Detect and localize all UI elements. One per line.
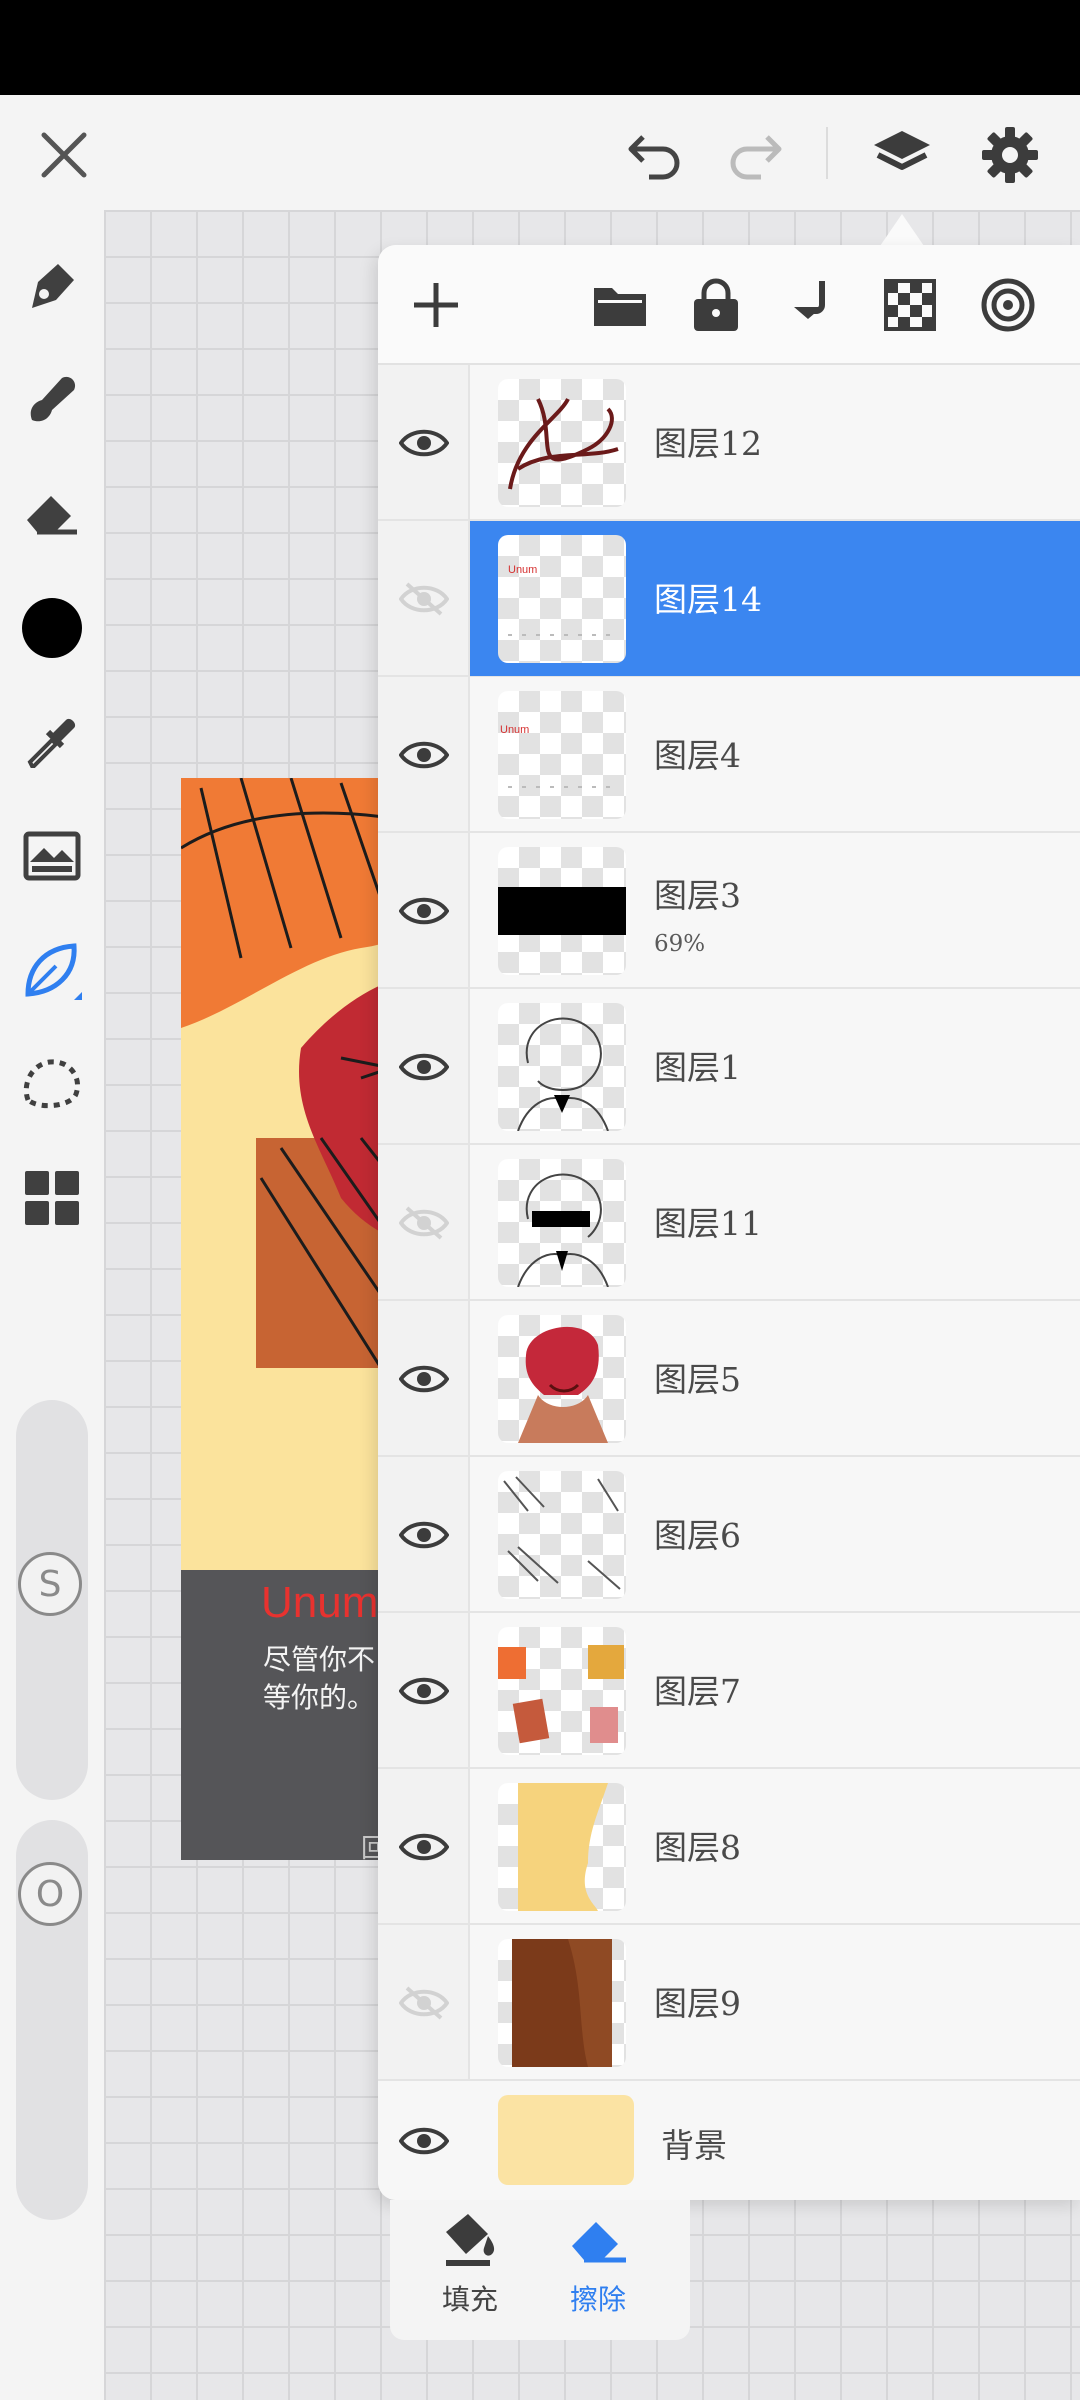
layer-thumbnail [498,1159,626,1287]
layer-name: 图层14 [654,580,762,619]
eye-icon[interactable] [392,1661,456,1721]
layer-row[interactable]: Unum 图层4 [378,677,1080,833]
layers-icon[interactable] [862,115,942,195]
color-swatch[interactable] [12,588,92,668]
fill-button[interactable]: 填充 [410,2210,530,2335]
target-icon[interactable] [970,267,1046,343]
layer-row[interactable]: 图层1 [378,989,1080,1145]
eyedropper-icon[interactable] [12,702,92,782]
eye-icon[interactable] [392,1817,456,1877]
panel-caret [880,214,924,246]
layer-row[interactable]: 图层12 [378,365,1080,521]
eye-off-icon[interactable] [392,1973,456,2033]
close-icon[interactable] [24,115,104,195]
layer-name: 图层6 [654,1516,741,1555]
add-icon[interactable] [398,267,474,343]
layer-name: 图层7 [654,1672,741,1711]
erase-label: 擦除 [569,2283,626,2316]
toolbar-divider [826,127,828,179]
paint-bucket-icon [446,2214,495,2266]
layer-row[interactable]: 图层5 [378,1301,1080,1457]
size-slider-knob[interactable]: S [18,1552,82,1616]
layer-thumbnail [498,1627,626,1755]
layer-row[interactable]: 图层11 [378,1145,1080,1301]
layer-opacity: 69% [654,931,706,957]
eye-off-icon[interactable] [392,1193,456,1253]
layer-thumbnail [498,1003,626,1131]
eraser-icon[interactable] [12,474,92,554]
left-toolbar: S O [0,210,104,2400]
layer-thumbnail: Unum [498,535,626,663]
eye-icon[interactable] [392,2111,456,2171]
pen-icon[interactable] [12,246,92,326]
artwork-caption-line: 尽管你不 [263,1643,376,1676]
layer-name: 图层11 [654,1204,762,1243]
layer-thumbnail [498,1783,626,1911]
gear-icon[interactable] [970,115,1050,195]
top-toolbar [0,95,1080,210]
eye-icon[interactable] [392,1349,456,1409]
layer-name: 图层4 [654,736,741,775]
image-adjust-icon[interactable] [12,816,92,896]
layer-row[interactable]: 图层9 [378,1925,1080,2081]
fill-erase-bar: 填充 擦除 [390,2200,690,2340]
grid-menu-icon[interactable] [12,1158,92,1238]
layer-row[interactable]: 图层6 [378,1457,1080,1613]
thumb-text: Unum [508,564,537,576]
background-thumbnail [498,2095,634,2185]
erase-button[interactable]: 擦除 [538,2210,658,2335]
artwork-caption-line: 等你的。 [263,1681,376,1714]
layer-thumbnail [498,847,626,975]
layer-name: 图层3 [654,876,741,915]
eraser-icon [572,2222,626,2263]
merge-down-icon[interactable] [776,267,852,343]
layer-name: 图层5 [654,1360,741,1399]
layer-row[interactable]: 图层7 [378,1613,1080,1769]
eye-icon[interactable] [392,1037,456,1097]
folder-icon[interactable] [582,267,658,343]
eye-icon[interactable] [392,413,456,473]
redo-icon[interactable] [715,115,795,195]
eye-icon[interactable] [392,1505,456,1565]
layer-name: 图层9 [654,1984,741,2023]
thumb-text: Unum [500,724,529,736]
layer-name: 图层8 [654,1828,741,1867]
status-bar [0,0,1080,95]
layer-row[interactable]: Unum 图层14 [378,521,1080,677]
layer-thumbnail [498,1939,626,2067]
background-layer-row[interactable]: 背景 [378,2081,1080,2200]
layer-row[interactable]: 图层8 [378,1769,1080,1925]
eye-off-icon[interactable] [392,569,456,629]
layer-thumbnail [498,1315,626,1443]
layer-name: 背景 [661,2126,727,2165]
leaf-shape-icon[interactable] [12,930,92,1010]
layer-name: 图层12 [654,424,762,463]
artwork-caption-name: Unum [261,1578,379,1627]
layer-thumbnail: Unum [498,691,626,819]
opacity-slider-knob[interactable]: O [18,1862,82,1926]
eye-icon[interactable] [392,881,456,941]
lasso-icon[interactable] [12,1044,92,1124]
layer-name: 图层1 [654,1048,741,1087]
layer-thumbnail [498,1471,626,1599]
eye-icon[interactable] [392,725,456,785]
layers-panel: 图层12 Unum 图层14 Unum 图层4 图层3 69% 图层1 图层11 图层5 图层6 图层… [378,245,1080,2200]
layer-row[interactable]: 图层3 69% [378,833,1080,989]
fill-label: 填充 [441,2283,498,2316]
undo-icon[interactable] [615,115,695,195]
layer-thumbnail [498,379,626,507]
checker-icon[interactable] [872,267,948,343]
layers-panel-toolbar [378,245,1080,365]
lock-icon[interactable] [678,267,754,343]
brush-icon[interactable] [12,360,92,440]
